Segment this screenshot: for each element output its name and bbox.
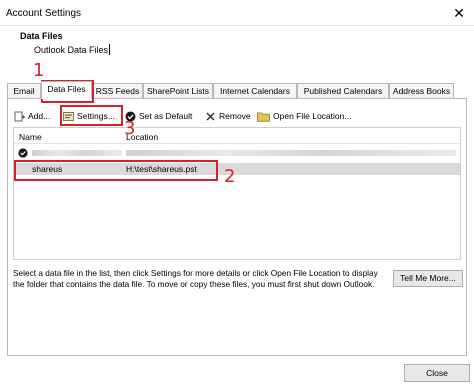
folder-icon: [257, 111, 270, 122]
annotation-number: 3: [124, 118, 136, 139]
add-button[interactable]: Add...: [14, 108, 50, 124]
tab-sharepoint-lists[interactable]: SharePoint Lists: [143, 83, 213, 98]
set-as-default-label: Set as Default: [139, 111, 193, 121]
tab-email[interactable]: Email: [7, 83, 41, 98]
remove-button[interactable]: Remove: [205, 108, 251, 124]
remove-label: Remove: [219, 111, 251, 121]
tab-rss-feeds[interactable]: RSS Feeds: [92, 83, 143, 98]
title-bar: Account Settings ✕: [0, 0, 474, 26]
close-button[interactable]: Close: [404, 364, 470, 382]
tab-internet-calendars[interactable]: Internet Calendars: [213, 83, 297, 98]
tab-bar: Email Data Files RSS Feeds SharePoint Li…: [7, 81, 467, 99]
list-header: Name Location: [14, 128, 460, 144]
annotation-box-selected-row: [14, 160, 218, 181]
default-check-icon: [18, 148, 28, 160]
open-file-location-button[interactable]: Open File Location...: [257, 108, 351, 124]
section-heading: Data Files: [20, 31, 63, 41]
add-label: Add...: [28, 111, 51, 121]
open-file-location-label: Open File Location...: [273, 111, 352, 121]
column-header-name[interactable]: Name: [19, 132, 42, 142]
tell-me-more-button[interactable]: Tell Me More...: [393, 270, 463, 287]
annotation-number: 2: [224, 166, 236, 187]
tab-address-books[interactable]: Address Books: [389, 83, 454, 98]
section-subheading: Outlook Data Files: [34, 44, 111, 55]
list-row-default[interactable]: [14, 147, 460, 159]
data-file-list[interactable]: Name Location shareus H:\test\shareus.ps…: [13, 127, 461, 260]
remove-x-icon: [205, 111, 216, 122]
tab-data-files[interactable]: Data Files: [41, 81, 92, 99]
text-caret: [109, 44, 111, 55]
help-text: Select a data file in the list, then cli…: [13, 268, 378, 289]
redacted-location: [126, 150, 456, 156]
annotation-box-settings-button: [60, 105, 123, 126]
annotation-number: 1: [33, 60, 45, 81]
close-icon[interactable]: ✕: [450, 4, 468, 22]
window-title: Account Settings: [6, 8, 82, 19]
redacted-name: [32, 150, 122, 156]
add-file-icon: [14, 111, 25, 122]
tab-published-calendars[interactable]: Published Calendars: [297, 83, 389, 98]
